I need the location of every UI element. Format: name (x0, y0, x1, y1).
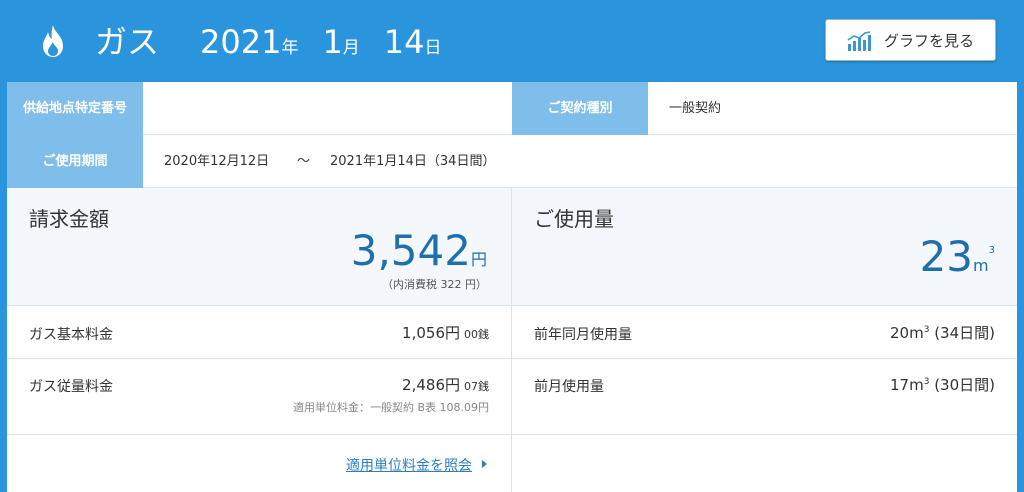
usage-title: ご使用量 (534, 207, 614, 231)
usage-amount-value: 23 (919, 232, 974, 281)
last-year-usage-row: 前年同月使用量 20m3 (34日間) (512, 306, 1017, 359)
last-year-usage-value: 20m3 (34日間) (890, 322, 995, 343)
date-year: 2021 (200, 23, 282, 61)
last-year-usage-label: 前年同月使用量 (534, 327, 632, 343)
billing-summary: 請求金額 3,542円 （内消費税 322 円） (7, 188, 511, 306)
tax-note: （内消費税 322 円） (382, 278, 487, 291)
billing-amount-value: 3,542 (350, 226, 471, 275)
page-title: ガス (95, 23, 160, 61)
last-month-usage-amount: 17m (890, 376, 924, 394)
view-graph-label: グラフを見る (884, 32, 975, 50)
last-year-usage-amount: 20m (890, 324, 924, 342)
billing-section: 請求金額 3,542円 （内消費税 322 円） ガス基本料金 1,056円 00… (7, 188, 512, 492)
basic-charge-yen: 1,056円 (402, 324, 460, 342)
volume-charge-yen: 2,486円 (402, 376, 460, 394)
date-day-unit: 日 (424, 38, 442, 58)
volume-charge-sen: 07銭 (464, 380, 489, 393)
volume-charge-value: 2,486円 07銭 (402, 374, 489, 395)
last-month-usage-label: 前月使用量 (534, 379, 604, 395)
basic-charge-value: 1,056円 00銭 (402, 322, 489, 343)
bar-chart-icon (847, 31, 871, 51)
contract-row: 供給地点特定番号 ご契約種別 一般契約 (7, 82, 1017, 135)
usage-amount-unit: m (973, 256, 989, 275)
last-month-usage-days: (30日間) (929, 376, 995, 394)
last-month-usage-value: 17m3 (30日間) (890, 374, 995, 395)
detail-panel: 供給地点特定番号 ご契約種別 一般契約 ご使用期間 2020年12月12日 ～ … (7, 82, 1017, 492)
volume-charge-row: ガス従量料金 2,486円 07銭 適用単位料金：一般契約 B表 108.09円 (7, 359, 511, 435)
contract-type-label: ご契約種別 (512, 82, 648, 135)
billing-title: 請求金額 (29, 207, 109, 231)
date-month-unit: 月 (342, 38, 360, 58)
supply-point-label: 供給地点特定番号 (7, 82, 143, 135)
date-display: 2021年 1月 14日 (200, 22, 444, 68)
header: ガス 2021年 1月 14日 グラフを見る (0, 0, 1024, 82)
period-row: ご使用期間 2020年12月12日 ～ 2021年1月14日（34日間） (7, 135, 1017, 188)
billing-amount-unit: 円 (470, 250, 487, 269)
usage-amount-unit-sup: 3 (988, 245, 995, 256)
volume-charge-label: ガス従量料金 (29, 379, 113, 395)
date-month: 1 (322, 23, 343, 61)
flame-icon (43, 25, 63, 57)
date-day: 14 (383, 23, 425, 61)
period-end: 2021年1月14日（34日間） (330, 154, 496, 169)
last-month-usage-row: 前月使用量 17m3 (30日間) (512, 359, 1017, 435)
date-year-unit: 年 (281, 38, 299, 58)
period-label: ご使用期間 (7, 135, 143, 188)
caret-right-icon (482, 460, 487, 468)
usage-section: ご使用量 23m3 前年同月使用量 20m3 (34日間) 前月使用量 17m3… (512, 188, 1017, 492)
unit-rate-link-text: 適用単位料金を照会 (346, 458, 472, 474)
basic-charge-label: ガス基本料金 (29, 327, 113, 343)
last-year-usage-days: (34日間) (929, 324, 995, 342)
period-separator: ～ (297, 154, 311, 169)
usage-summary: ご使用量 23m3 (512, 188, 1017, 306)
view-graph-button[interactable]: グラフを見る (825, 19, 996, 61)
unit-rate-note: 適用単位料金：一般契約 B表 108.09円 (292, 401, 489, 414)
period-start: 2020年12月12日 (164, 154, 270, 169)
basic-charge-sen: 00銭 (464, 328, 489, 341)
usage-amount: 23m3 (920, 226, 995, 291)
contract-type-value: 一般契約 (669, 101, 722, 116)
unit-rate-link[interactable]: 適用単位料金を照会 (346, 455, 487, 475)
basic-charge-row: ガス基本料金 1,056円 00銭 (7, 306, 511, 359)
